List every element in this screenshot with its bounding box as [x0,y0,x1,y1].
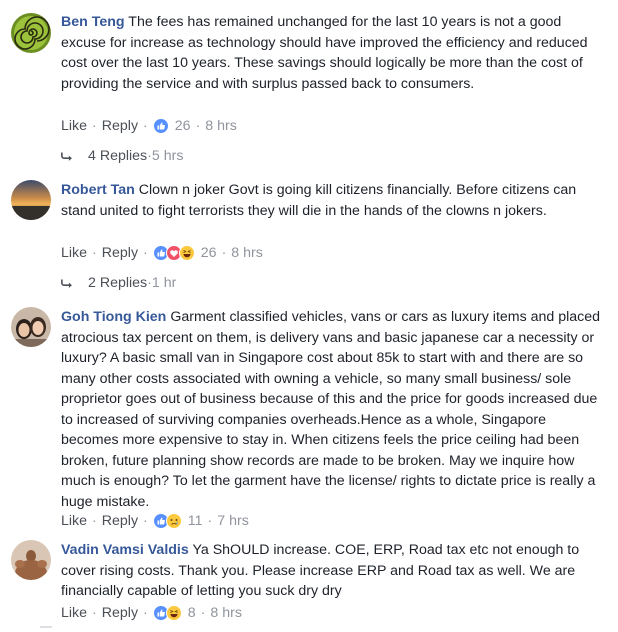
comment-author[interactable]: Goh Tiong Kien [61,309,166,325]
separator-dot: · [207,513,213,529]
comment-body: Goh Tiong Kien Garment classified vehicl… [61,307,601,512]
like-reaction-icon [152,118,169,134]
reaction-count[interactable]: 26 [175,118,191,134]
reaction-count[interactable]: 8 [188,605,196,621]
separator-dot: · [143,245,148,261]
comment-text: Garment classified vehicles, vans or car… [61,309,601,510]
separator-dot: · [195,118,201,134]
replies-row[interactable]: 2 Replies · 1 hr [61,273,176,293]
comment-time[interactable]: 8 hrs [205,118,237,134]
like-link[interactable]: Like [61,605,87,621]
reactions[interactable] [152,513,182,529]
like-link[interactable]: Like [61,245,87,261]
separator-dot: · [200,605,206,621]
comment-time[interactable]: 8 hrs [210,605,242,621]
separator-dot: · [92,605,97,621]
comment-text: The fees has remained unchanged for the … [61,14,588,92]
comment-time[interactable]: 8 hrs [231,245,263,261]
reply-arrow-icon [61,279,72,288]
haha-reaction-icon [165,605,182,621]
comment-author[interactable]: Robert Tan [61,182,135,198]
comment-author[interactable]: Vadin Vamsi Valdis [61,542,189,558]
comment-body: Robert Tan Clown n joker Govt is going k… [61,180,601,221]
comment-text: Clown n joker Govt is going kill citizen… [61,182,577,219]
reply-link[interactable]: Reply [102,605,138,621]
replies-link[interactable]: 2 Replies [88,275,147,291]
avatar[interactable] [11,13,51,53]
comment-actions: Like · Reply · 8 · 8 hrs [61,603,242,623]
reaction-count[interactable]: 11 [188,513,203,529]
comment-actions: Like · Reply · 11 · 7 hrs [61,511,249,531]
replies-row[interactable]: 4 Replies · 5 hrs [61,146,183,166]
reply-link[interactable]: Reply [102,513,138,529]
separator-dot: · [92,118,97,134]
divider [40,626,52,628]
separator-dot: · [143,513,148,529]
reply-link[interactable]: Reply [102,245,138,261]
reactions[interactable] [152,118,169,134]
separator-dot: · [92,513,97,529]
sad-reaction-icon [165,513,182,529]
comment-author[interactable]: Ben Teng [61,14,125,30]
separator-dot: · [221,245,227,261]
reply-link[interactable]: Reply [102,118,138,134]
comment-body: Ben Teng The fees has remained unchanged… [61,12,601,94]
like-link[interactable]: Like [61,513,87,529]
replies-time: 5 hrs [151,148,184,164]
reactions[interactable] [152,245,195,261]
avatar[interactable] [11,307,51,347]
reply-arrow-icon [61,152,72,161]
comment-body: Vadin Vamsi Valdis Ya ShOULD increase. C… [61,540,601,602]
comment-time[interactable]: 7 hrs [217,513,249,529]
avatar[interactable] [11,180,51,220]
avatar[interactable] [11,540,51,580]
haha-reaction-icon [178,245,195,261]
reactions[interactable] [152,605,182,621]
comment-actions: Like · Reply · 26 · 8 hrs [61,116,237,136]
replies-time: 1 hr [151,275,177,291]
comment-actions: Like · Reply · 26 · 8 hrs [61,243,263,263]
separator-dot: · [143,605,148,621]
separator-dot: · [92,245,97,261]
replies-link[interactable]: 4 Replies [88,148,147,164]
reaction-count[interactable]: 26 [201,245,217,261]
like-link[interactable]: Like [61,118,87,134]
separator-dot: · [143,118,148,134]
